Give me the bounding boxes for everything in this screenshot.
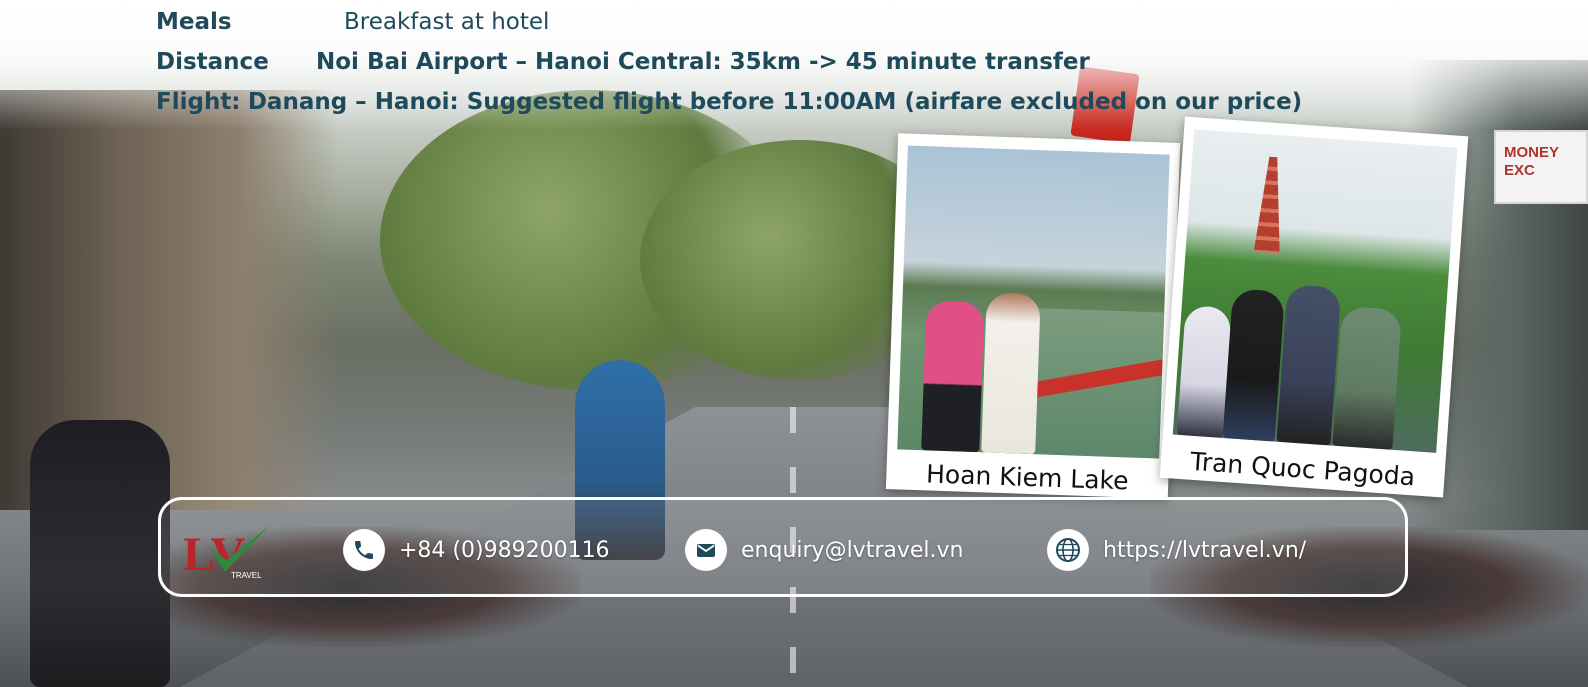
flight-value: Danang – Hanoi: Suggested flight before … [247,89,1303,115]
pagoda-tower [1254,156,1287,254]
website-url: https://lvtravel.vn/ [1103,537,1307,563]
email-address: enquiry@lvtravel.vn [741,537,964,563]
flight-row: Flight: Danang – Hanoi: Suggested flight… [156,82,1302,122]
trip-info: Meals Breakfast at hotel Distance Noi Bai … [156,2,1302,122]
person [981,292,1041,455]
distance-label: Distance [156,49,269,75]
person [921,300,985,453]
shop-sign: MONEY EXC [1494,130,1588,204]
distance-row: Distance Noi Bai Airport – Hanoi Central:… [156,42,1302,82]
meals-value: Breakfast at hotel [344,9,550,35]
logo-subtext: TRAVEL [231,571,262,580]
person [1222,288,1285,442]
globe-icon [1047,529,1089,571]
distance-value: Noi Bai Airport – Hanoi Central: 35km ->… [316,49,1090,75]
envelope-icon [685,529,727,571]
logo-mark: LV TRAVEL [183,526,269,581]
hoan-kiem-lake-photo [897,145,1170,459]
foreground-person [30,420,170,687]
contact-bar: LV TRAVEL +84 (0)989200116 enquiry@lvtra… [158,497,1408,597]
flight-label: Flight: [156,89,241,115]
person [1332,305,1402,450]
tran-quoc-pagoda-photo [1172,129,1458,453]
phone-number: +84 (0)989200116 [399,537,610,563]
polaroid-hoan-kiem-lake: Hoan Kiem Lake [885,133,1181,499]
email-contact[interactable]: enquiry@lvtravel.vn [685,529,964,571]
meals-row: Meals Breakfast at hotel [156,2,1302,42]
polaroid-tran-quoc-pagoda: Tran Quoc Pagoda [1159,116,1469,498]
phone-icon [343,529,385,571]
phone-contact[interactable]: +84 (0)989200116 [343,529,610,571]
person [1276,284,1342,446]
lv-travel-logo[interactable]: LV TRAVEL [181,520,277,582]
meals-label: Meals [156,9,232,35]
website-contact[interactable]: https://lvtravel.vn/ [1047,529,1307,571]
